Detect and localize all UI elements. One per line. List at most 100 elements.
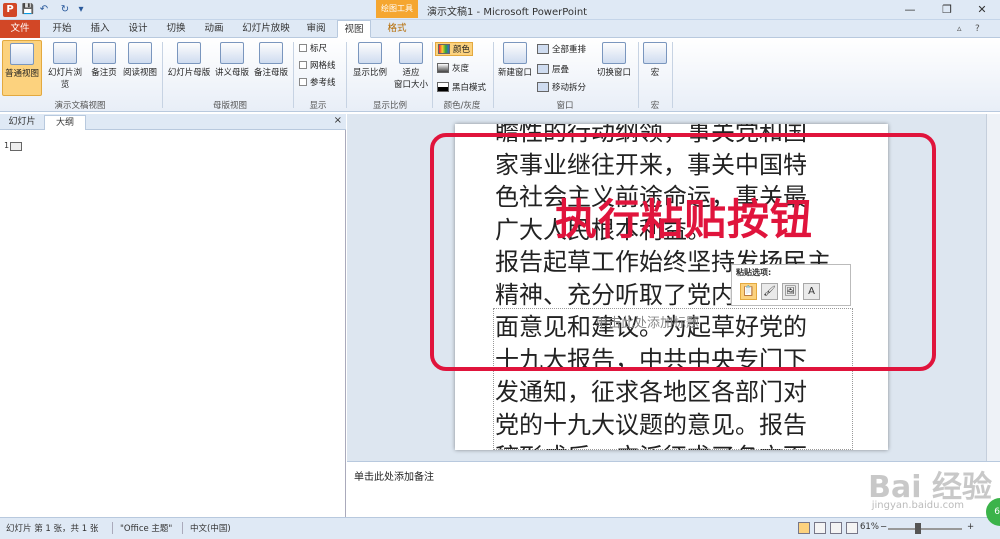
normal-view-icon bbox=[10, 43, 34, 65]
grayscale-option[interactable]: 灰度 bbox=[437, 62, 469, 74]
switch-window-button[interactable]: 切换窗口 bbox=[594, 40, 634, 96]
help-icon[interactable]: ? bbox=[975, 24, 980, 34]
tab-format[interactable]: 格式 bbox=[382, 20, 412, 38]
ribbon: 普通视图 幻灯片浏览 备注页 阅读视图 演示文稿视图 幻灯片母版 讲义母版 备注… bbox=[0, 38, 1000, 112]
switch-window-icon bbox=[602, 42, 626, 64]
color-option[interactable]: 颜色 bbox=[435, 42, 474, 56]
group-label-master-views: 母版视图 bbox=[212, 101, 247, 111]
handout-master-icon bbox=[220, 42, 244, 64]
theme-name: "Office 主题" bbox=[120, 524, 173, 534]
notes-master-button[interactable]: 备注母版 bbox=[252, 40, 290, 96]
tab-view[interactable]: 视图 bbox=[337, 20, 371, 38]
grayscale-swatch-icon bbox=[437, 63, 449, 73]
arrange-icon bbox=[537, 44, 549, 54]
zoom-level[interactable]: 61% bbox=[860, 522, 879, 532]
guides-checkbox[interactable]: 参考线 bbox=[299, 76, 336, 88]
redo-icon[interactable]: ↻ bbox=[58, 3, 72, 17]
zoom-slider-handle[interactable] bbox=[915, 523, 921, 534]
ribbon-minimize-icon[interactable]: ▵ bbox=[957, 24, 962, 34]
group-separator bbox=[493, 42, 494, 108]
tab-slides-pane[interactable]: 幻灯片 bbox=[4, 115, 40, 130]
vertical-scrollbar[interactable] bbox=[986, 114, 1000, 461]
group-separator bbox=[346, 42, 347, 108]
close-button[interactable]: ✕ bbox=[970, 1, 994, 19]
handout-master-button[interactable]: 讲义母版 bbox=[213, 40, 251, 96]
ruler-checkbox[interactable]: 标尺 bbox=[299, 42, 327, 54]
slide-sorter-button[interactable]: 幻灯片浏览 bbox=[44, 40, 86, 96]
checkbox-box bbox=[299, 78, 307, 86]
macro-icon bbox=[643, 42, 667, 64]
outline-slide-number: 1 bbox=[4, 141, 10, 150]
slide-counter: 幻灯片 第 1 张，共 1 张 bbox=[6, 524, 99, 534]
tab-design[interactable]: 设计 bbox=[124, 20, 152, 38]
close-pane-icon[interactable]: × bbox=[334, 115, 342, 126]
notes-page-button[interactable]: 备注页 bbox=[88, 40, 120, 96]
group-label-presentation-views: 演示文稿视图 bbox=[54, 101, 106, 111]
pane-tabs: 幻灯片 大纲 × bbox=[0, 114, 346, 130]
group-separator bbox=[432, 42, 433, 108]
zoom-in-icon[interactable]: + bbox=[967, 522, 974, 532]
minimize-button[interactable]: — bbox=[898, 1, 922, 19]
restore-button[interactable]: ❐ bbox=[935, 1, 959, 19]
slide-sorter-icon bbox=[53, 42, 77, 64]
powerpoint-icon[interactable]: P bbox=[3, 3, 17, 17]
color-swatch-icon bbox=[438, 44, 450, 54]
slideshow-status-icon[interactable] bbox=[846, 522, 858, 534]
group-separator bbox=[162, 42, 163, 108]
new-window-icon bbox=[503, 42, 527, 64]
tab-outline-pane[interactable]: 大纲 bbox=[44, 115, 86, 130]
checkbox-box bbox=[299, 44, 307, 52]
status-bar: 幻灯片 第 1 张，共 1 张 "Office 主题" 中文(中国) 61% −… bbox=[0, 517, 1000, 539]
tab-home[interactable]: 开始 bbox=[48, 20, 76, 38]
black-white-option[interactable]: 黑白模式 bbox=[437, 81, 486, 93]
title-bar: P 💾 ↶ ↻ ▾ 绘图工具 演示文稿1 - Microsoft PowerPo… bbox=[0, 0, 1000, 20]
checkbox-box bbox=[299, 61, 307, 69]
reading-view-button[interactable]: 阅读视图 bbox=[121, 40, 159, 96]
annotation-highlight-box bbox=[430, 133, 936, 371]
group-separator bbox=[293, 42, 294, 108]
notes-pane[interactable]: 单击此处添加备注 Bai 经验 jingyan.baidu.com bbox=[347, 461, 1000, 517]
macro-button[interactable]: 宏 bbox=[643, 40, 667, 96]
group-label-show: 显示 bbox=[309, 101, 327, 111]
customize-quick-access-icon[interactable]: ▾ bbox=[74, 3, 88, 17]
arrange-all-button[interactable]: 全部重排 bbox=[537, 43, 586, 55]
slide-thumbnail-icon[interactable] bbox=[10, 142, 22, 151]
reading-view-status-icon[interactable] bbox=[830, 522, 842, 534]
fit-to-window-button[interactable]: 适应 窗口大小 bbox=[392, 40, 430, 98]
move-split-icon bbox=[537, 82, 549, 92]
tab-slideshow[interactable]: 幻灯片放映 bbox=[238, 20, 294, 38]
window-title: 演示文稿1 - Microsoft PowerPoint bbox=[427, 7, 588, 18]
group-separator bbox=[638, 42, 639, 108]
slide-master-button[interactable]: 幻灯片母版 bbox=[166, 40, 212, 96]
move-split-button[interactable]: 移动拆分 bbox=[537, 81, 586, 93]
group-label-color: 颜色/灰度 bbox=[443, 101, 481, 111]
cascade-button[interactable]: 层叠 bbox=[537, 63, 569, 75]
status-separator bbox=[182, 522, 183, 534]
new-window-button[interactable]: 新建窗口 bbox=[496, 40, 534, 96]
notes-master-icon bbox=[259, 42, 283, 64]
bw-swatch-icon bbox=[437, 82, 449, 92]
zoom-out-icon[interactable]: − bbox=[880, 522, 887, 532]
context-tab-header: 绘图工具 bbox=[376, 0, 418, 18]
annotation-caption: 执行粘贴按钮 bbox=[555, 195, 814, 244]
normal-view-status-icon[interactable] bbox=[798, 522, 810, 534]
reading-view-icon bbox=[128, 42, 152, 64]
save-icon[interactable]: 💾 bbox=[21, 3, 35, 17]
zoom-slider-track[interactable] bbox=[888, 528, 962, 530]
notes-placeholder: 单击此处添加备注 bbox=[354, 472, 434, 483]
gridlines-checkbox[interactable]: 网格线 bbox=[299, 59, 336, 71]
outline-pane: 幻灯片 大纲 × 1 bbox=[0, 114, 346, 517]
undo-icon[interactable]: ↶ bbox=[37, 3, 51, 17]
slide-master-icon bbox=[177, 42, 201, 64]
tab-insert[interactable]: 插入 bbox=[86, 20, 114, 38]
tab-animations[interactable]: 动画 bbox=[200, 20, 228, 38]
group-label-window: 窗口 bbox=[556, 101, 574, 111]
tab-file[interactable]: 文件 bbox=[0, 20, 40, 38]
sorter-view-status-icon[interactable] bbox=[814, 522, 826, 534]
zoom-button[interactable]: 显示比例 bbox=[350, 40, 390, 96]
tab-transitions[interactable]: 切换 bbox=[162, 20, 190, 38]
tab-review[interactable]: 审阅 bbox=[302, 20, 330, 38]
normal-view-button[interactable]: 普通视图 bbox=[2, 40, 42, 96]
language-indicator[interactable]: 中文(中国) bbox=[190, 522, 231, 534]
fit-window-icon bbox=[399, 42, 423, 64]
